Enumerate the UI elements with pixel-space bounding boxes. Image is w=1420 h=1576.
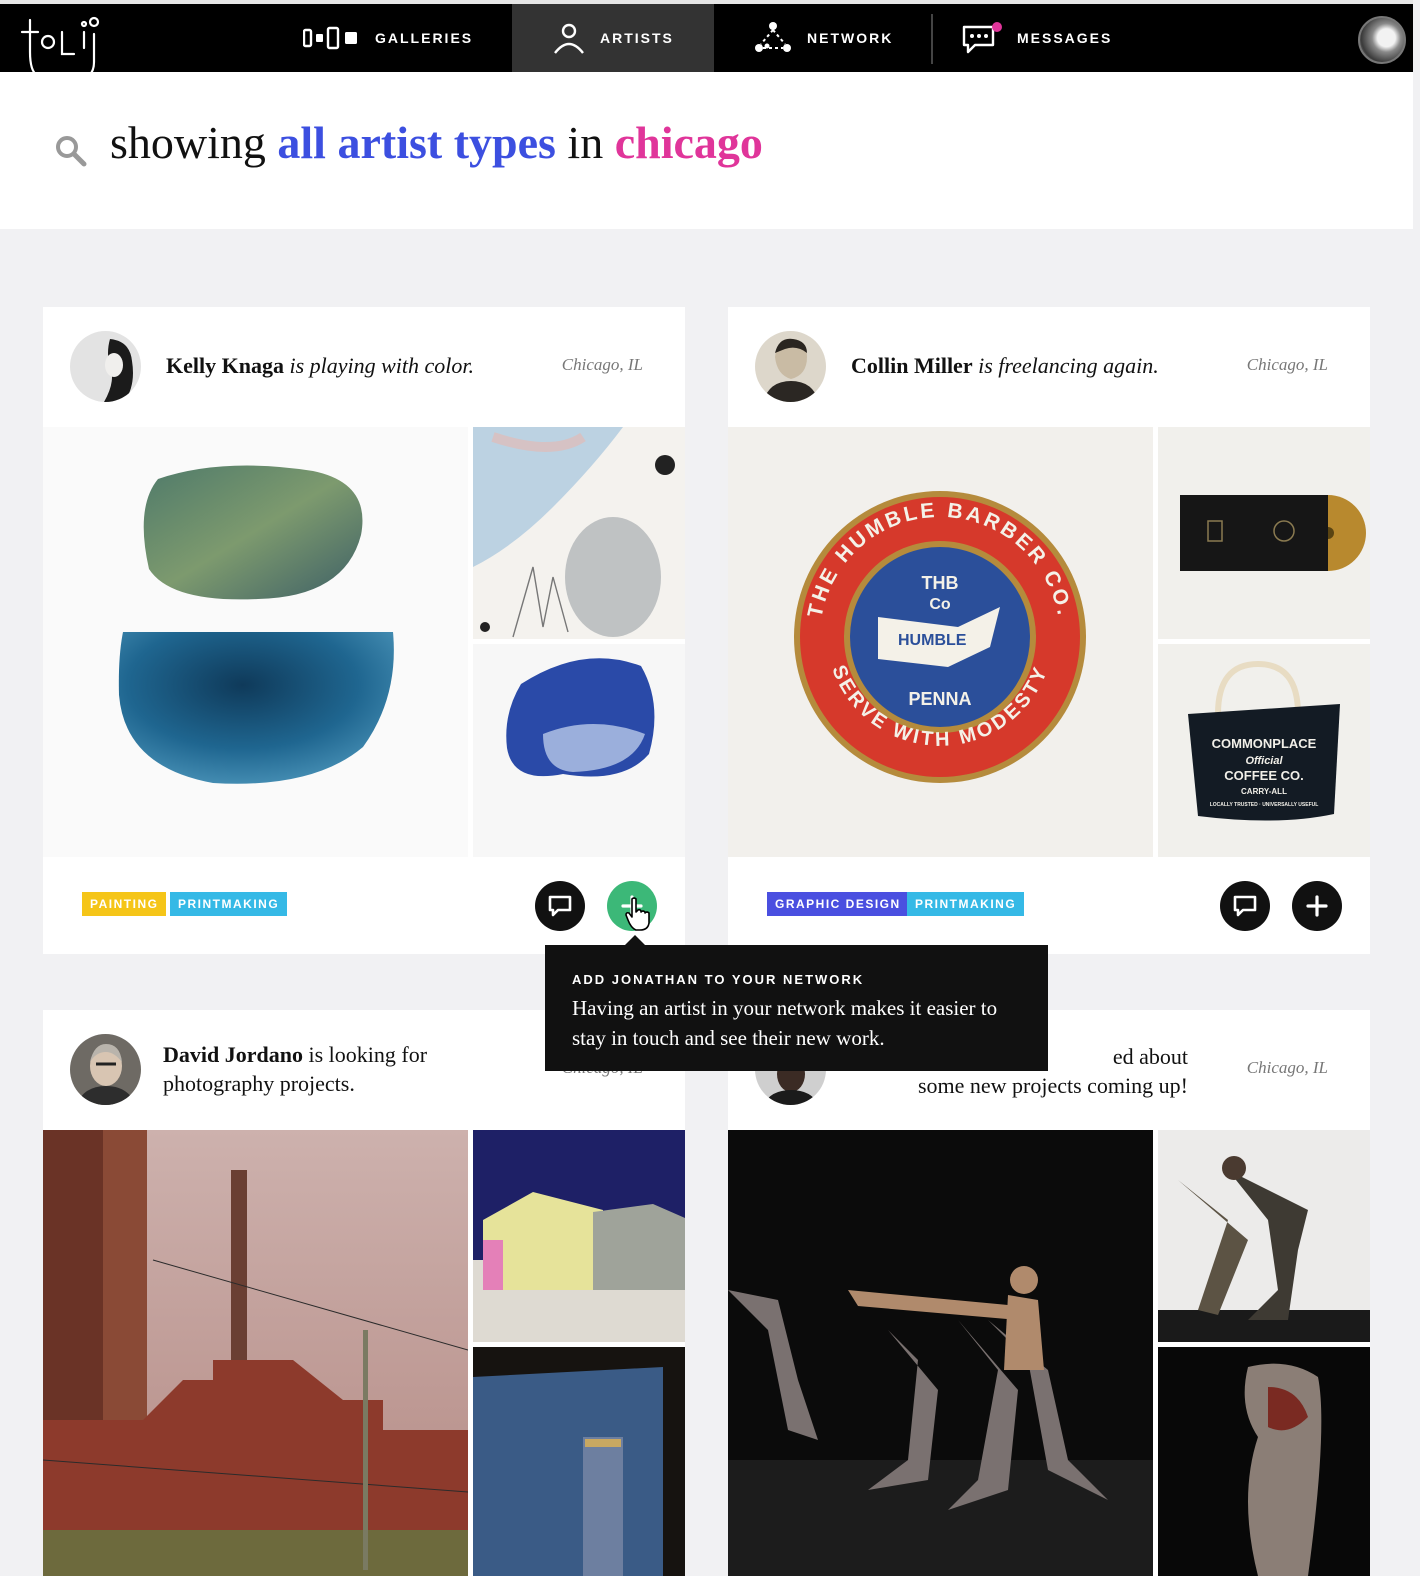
artwork-thumb[interactable] (1158, 1130, 1370, 1342)
status-text: Collin Miller is freelancing again. (851, 351, 1159, 380)
tag-printmaking[interactable]: PRINTMAKING (907, 892, 1025, 916)
message-button[interactable] (535, 881, 585, 931)
artwork-gallery: THB Co HUMBLE PENNA THE HUMBLE BARBER CO… (728, 427, 1370, 857)
artist-type-filter[interactable]: all artist types (277, 117, 556, 168)
card-header: Kelly Knaga is playing with color. Chica… (43, 307, 685, 427)
top-navigation-bar: GALLERIES ARTISTS NETWORK MESSAGES (0, 0, 1413, 76)
artist-card-david-jordano: David Jordano is looking for photography… (43, 1010, 685, 1576)
nav-divider (931, 14, 933, 64)
galleries-icon (303, 26, 361, 50)
nav-messages[interactable]: MESSAGES (961, 4, 1112, 72)
location-filter[interactable]: chicago (615, 117, 763, 168)
artwork-main[interactable] (728, 1130, 1153, 1576)
svg-text:LOCALLY TRUSTED · UNIVERSALLY: LOCALLY TRUSTED · UNIVERSALLY USEFUL (1210, 802, 1319, 808)
artist-icon (552, 21, 586, 55)
search-icon[interactable] (54, 134, 88, 168)
tag-printmaking[interactable]: PRINTMAKING (170, 892, 288, 916)
artist-card-dancer: ed about some new projects coming up! Ch… (728, 1010, 1370, 1576)
artwork-thumb[interactable] (473, 427, 685, 639)
svg-text:COFFEE CO.: COFFEE CO. (1224, 768, 1303, 783)
avatar[interactable] (70, 331, 141, 402)
artwork-thumb[interactable] (1158, 1347, 1370, 1576)
notification-dot (992, 22, 1002, 32)
status-text: David Jordano is looking for photography… (163, 1040, 493, 1098)
search-prefix: showing (110, 117, 266, 168)
svg-text:HUMBLE: HUMBLE (898, 632, 967, 649)
user-avatar[interactable] (1358, 16, 1406, 64)
artist-status: is freelancing again. (978, 353, 1159, 378)
nav-artists[interactable]: ARTISTS (512, 4, 714, 72)
tooltip-body: Having an artist in your network makes i… (572, 996, 998, 1050)
add-to-network-button[interactable] (1292, 881, 1342, 931)
card-footer: PAINTING PRINTMAKING (43, 857, 685, 954)
nav-artists-label: ARTISTS (600, 30, 674, 46)
message-icon (548, 895, 572, 917)
avatar[interactable] (70, 1034, 141, 1105)
plus-icon (1306, 895, 1328, 917)
hand-cursor-icon (625, 897, 650, 931)
svg-text:COMMONPLACE: COMMONPLACE (1212, 736, 1317, 751)
artwork-main[interactable] (43, 1130, 468, 1576)
artist-card-collin-miller: Collin Miller is freelancing again. Chic… (728, 307, 1370, 954)
artist-location: Chicago, IL (1246, 355, 1328, 374)
artist-location: Chicago, IL (1246, 1058, 1328, 1077)
avatar[interactable] (755, 331, 826, 402)
artwork-gallery (43, 427, 685, 857)
artwork-main[interactable]: THB Co HUMBLE PENNA THE HUMBLE BARBER CO… (728, 427, 1153, 857)
search-query: showing all artist types in chicago (110, 116, 763, 169)
search-banner: showing all artist types in chicago (0, 72, 1413, 229)
svg-text:PENNA: PENNA (908, 689, 971, 709)
svg-text:CARRY-ALL: CARRY-ALL (1241, 787, 1287, 796)
artist-name[interactable]: Kelly Knaga (166, 353, 284, 378)
svg-text:THB: THB (922, 573, 959, 593)
card-header: Collin Miller is freelancing again. Chic… (728, 307, 1370, 427)
artist-status: is playing with color. (289, 353, 475, 378)
nav-network-label: NETWORK (807, 30, 894, 46)
card-footer: GRAPHIC DESIGN PRINTMAKING (728, 857, 1370, 954)
network-icon (753, 20, 793, 56)
artwork-gallery (728, 1130, 1370, 1576)
artist-location: Chicago, IL (561, 355, 643, 374)
artwork-gallery (43, 1130, 685, 1576)
artist-name[interactable]: Collin Miller (851, 353, 973, 378)
nav-galleries[interactable]: GALLERIES (303, 4, 473, 72)
nav-messages-label: MESSAGES (1017, 30, 1113, 46)
tag-graphic-design[interactable]: GRAPHIC DESIGN (767, 892, 909, 916)
nav-network[interactable]: NETWORK (753, 4, 893, 72)
svg-text:Co: Co (929, 596, 951, 613)
nav-galleries-label: GALLERIES (375, 30, 474, 46)
artist-status-line-2: some new projects coming up! (917, 1073, 1188, 1098)
status-text: Kelly Knaga is playing with color. (166, 351, 474, 380)
artwork-thumb[interactable] (1158, 427, 1370, 639)
artwork-thumb[interactable] (473, 1130, 685, 1342)
svg-text:Official: Official (1245, 755, 1283, 767)
add-to-network-tooltip: ADD JONATHAN TO YOUR NETWORK Having an a… (545, 935, 1048, 1071)
message-icon (1233, 895, 1257, 917)
search-connector: in (567, 117, 604, 168)
artwork-main[interactable] (43, 427, 468, 857)
artwork-thumb[interactable]: COMMONPLACE Official COFFEE CO. CARRY-AL… (1158, 644, 1370, 857)
artist-card-kelly-knaga: Kelly Knaga is playing with color. Chica… (43, 307, 685, 954)
artwork-thumb[interactable] (473, 644, 685, 857)
artwork-thumb[interactable] (473, 1347, 685, 1576)
tag-painting[interactable]: PAINTING (82, 892, 167, 916)
messages-icon (961, 21, 1003, 55)
tooltip-title: ADD JONATHAN TO YOUR NETWORK (572, 972, 865, 987)
artist-name[interactable]: David Jordano (163, 1042, 303, 1067)
tolli-logo[interactable] (18, 12, 108, 76)
message-button[interactable] (1220, 881, 1270, 931)
